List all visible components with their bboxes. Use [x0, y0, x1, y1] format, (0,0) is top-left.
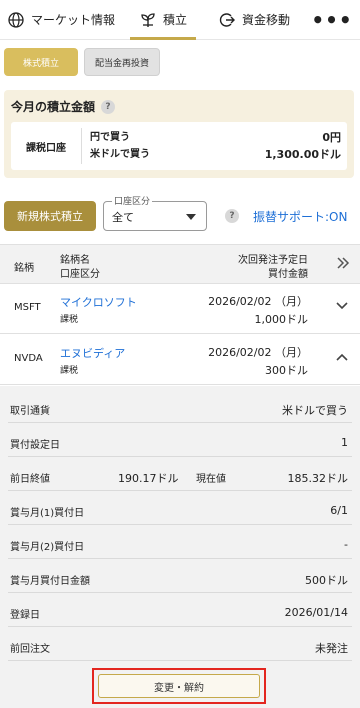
- row-amount: 1,000ドル: [254, 313, 309, 326]
- help-icon[interactable]: ?: [101, 99, 116, 114]
- tab-market-label: マーケット情報: [30, 13, 115, 27]
- row-symbol: MSFT: [14, 302, 41, 313]
- tab-funds-label: 資金移動: [241, 13, 290, 27]
- globe-icon: [7, 11, 25, 29]
- table-row[interactable]: NVDA エヌビディア 課税 2026/02/02 （月） 300ドル: [0, 335, 360, 385]
- detail-value: 未発注: [315, 642, 348, 655]
- row-account: 課税: [60, 315, 79, 325]
- detail-value: 500ドル: [305, 574, 348, 587]
- tab-market-info[interactable]: マーケット情報: [0, 0, 122, 39]
- detail-value: 米ドルで買う: [282, 404, 348, 417]
- current-price-value: 185.32ドル: [287, 472, 349, 485]
- header-account: 口座区分: [60, 269, 100, 280]
- usd-amount-row: 米ドルで買う 1,300.00ドル: [90, 146, 341, 163]
- double-chevron-right-icon[interactable]: [336, 256, 350, 274]
- prev-close-value: 190.17ドル: [118, 472, 179, 485]
- detail-label: 買付設定日: [10, 440, 60, 451]
- chevron-up-icon[interactable]: [334, 349, 350, 365]
- detail-label: 賞与月買付日金額: [10, 576, 90, 587]
- detail-value: 2026/01/14: [284, 606, 348, 619]
- chevron-down-icon[interactable]: [334, 298, 350, 314]
- yen-value: 0円: [322, 131, 341, 144]
- swap-support-link[interactable]: 振替サポート:ON: [253, 208, 347, 225]
- detail-value: 6/1: [330, 504, 348, 517]
- yen-amount-row: 円で買う 0円: [90, 129, 341, 146]
- more-menu-button[interactable]: •••: [304, 0, 360, 39]
- tab-accumulate[interactable]: 積立: [122, 0, 204, 40]
- table-row[interactable]: MSFT マイクロソフト 課税 2026/02/02 （月） 1,000ドル: [0, 284, 360, 334]
- header-symbol: 銘柄: [14, 263, 34, 274]
- detail-value: -: [344, 538, 348, 551]
- detail-label: 賞与月(1)買付日: [10, 508, 85, 519]
- detail-row-bonus1: 賞与月(1)買付日 6/1: [8, 496, 352, 525]
- detail-value: 1: [341, 436, 348, 449]
- summary-title: 今月の積立金額: [11, 100, 96, 114]
- detail-row-last-order: 前回注文 未発注: [8, 632, 352, 661]
- transfer-icon: [218, 11, 236, 29]
- monthly-summary-card: 今月の積立金額 ? 課税口座 円で買う 0円 米ドルで買う 1,300.00ドル: [4, 90, 354, 178]
- top-nav: マーケット情報 積立 資金移動 •••: [0, 0, 360, 40]
- detail-row-bonus2: 賞与月(2)買付日 -: [8, 530, 352, 559]
- row-name-link[interactable]: エヌビディア: [60, 345, 125, 361]
- row-date: 2026/02/02 （月）: [208, 346, 308, 359]
- row-amount: 300ドル: [265, 364, 308, 377]
- more-icon: •••: [311, 7, 353, 32]
- table-header: 銘柄 銘柄名 口座区分 次回発注予定日 買付金額: [0, 244, 360, 284]
- tab-funds-transfer[interactable]: 資金移動: [204, 0, 304, 39]
- detail-label: 取引通貨: [10, 406, 50, 417]
- account-type-label: 課税口座: [26, 142, 66, 154]
- row-name-link[interactable]: マイクロソフト: [60, 294, 137, 310]
- detail-row-registered: 登録日 2026/01/14: [8, 598, 352, 627]
- action-row: 新規株式積立 口座区分 全て ? 振替サポート:ON: [4, 194, 356, 232]
- detail-row-prices: 前日終値 190.17ドル 現在値 185.32ドル: [8, 462, 352, 491]
- usd-label: 米ドルで買う: [90, 149, 150, 160]
- tab-dividend-reinvest[interactable]: 配当金再投資: [84, 48, 160, 76]
- help-icon[interactable]: ?: [225, 209, 239, 223]
- summary-box: 課税口座 円で買う 0円 米ドルで買う 1,300.00ドル: [11, 122, 347, 170]
- tab-accumulate-label: 積立: [162, 13, 187, 27]
- usd-value: 1,300.00ドル: [264, 148, 341, 161]
- change-cancel-button[interactable]: 変更・解約: [98, 674, 260, 698]
- caret-down-icon: [186, 214, 196, 220]
- detail-row-currency: 取引通貨 米ドルで買う: [8, 394, 352, 423]
- tab-stock-accumulation[interactable]: 株式積立: [4, 48, 78, 76]
- detail-row-bonus-amount: 賞与月買付日金額 500ドル: [8, 564, 352, 593]
- current-price-label: 現在値: [196, 474, 226, 485]
- detail-label: 前日終値: [10, 474, 50, 485]
- header-name: 銘柄名: [60, 255, 90, 266]
- header-amount: 買付金額: [268, 269, 308, 280]
- new-accumulation-button[interactable]: 新規株式積立: [4, 201, 96, 231]
- row-date: 2026/02/02 （月）: [208, 295, 308, 308]
- row-account: 課税: [60, 366, 79, 376]
- detail-label: 登録日: [10, 610, 40, 621]
- detail-label: 賞与月(2)買付日: [10, 542, 85, 553]
- select-value: 全て: [112, 211, 134, 224]
- highlight-frame: 変更・解約: [92, 668, 266, 704]
- yen-label: 円で買う: [90, 132, 130, 143]
- account-type-select[interactable]: 口座区分 全て: [103, 194, 207, 231]
- select-legend: 口座区分: [112, 194, 153, 207]
- detail-row-buy-day: 買付設定日 1: [8, 428, 352, 457]
- row-symbol: NVDA: [14, 353, 43, 364]
- sprout-icon: [139, 11, 157, 29]
- detail-label: 前回注文: [10, 644, 50, 655]
- header-next-date: 次回発注予定日: [238, 255, 308, 266]
